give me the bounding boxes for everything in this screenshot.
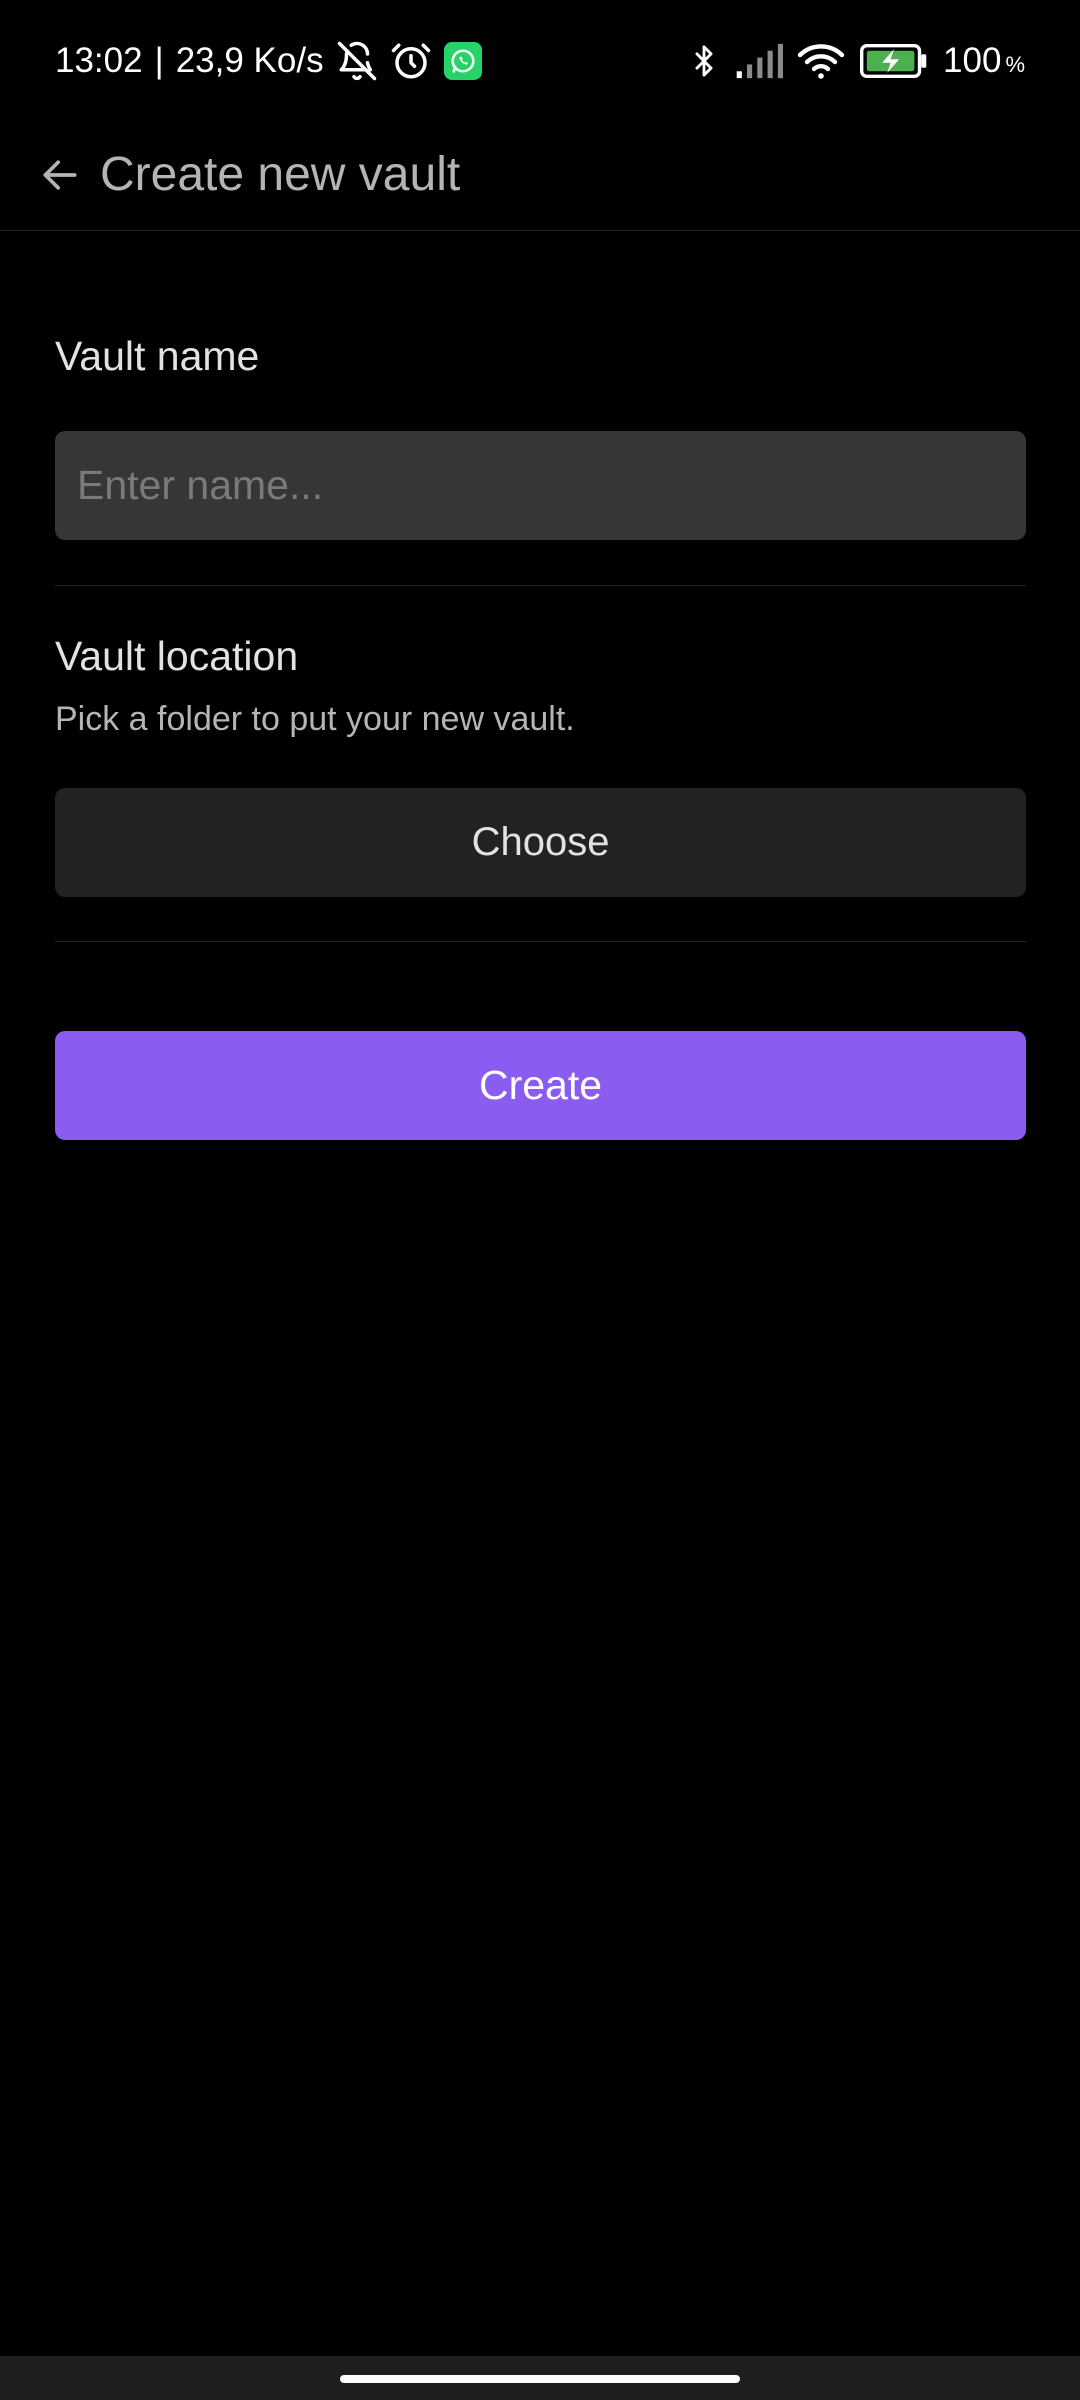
- bell-off-icon: [336, 40, 378, 82]
- status-left: 13:02 | 23,9 Ko/s: [55, 38, 482, 84]
- bluetooth-icon: [687, 40, 721, 82]
- battery-unit: %: [1005, 52, 1025, 77]
- vault-location-description: Pick a folder to put your new vault.: [55, 700, 575, 738]
- vault-name-label: Vault name: [55, 333, 260, 379]
- signal-icon: [735, 42, 784, 80]
- home-indicator[interactable]: [340, 2375, 740, 2383]
- vault-location-label: Vault location: [55, 633, 299, 679]
- status-right: 100 %: [687, 38, 1025, 84]
- status-separator: |: [154, 41, 164, 80]
- status-time: 13:02: [55, 41, 143, 80]
- page-title: Create new vault: [100, 148, 461, 201]
- battery-level: 100: [943, 41, 1002, 80]
- vault-name-input[interactable]: [55, 431, 1026, 540]
- create-vault-button[interactable]: Create: [55, 1031, 1026, 1140]
- divider: [55, 585, 1026, 586]
- whatsapp-icon: [443, 42, 482, 80]
- battery-charging-icon: [859, 44, 929, 78]
- alarm-icon: [390, 40, 432, 82]
- arrow-left-icon: [38, 153, 82, 197]
- navigation-bar: [0, 2356, 1080, 2400]
- divider: [55, 941, 1026, 942]
- status-bar: 13:02 | 23,9 Ko/s 100 %: [0, 0, 1080, 120]
- choose-folder-button[interactable]: Choose: [55, 788, 1026, 897]
- network-speed: 23,9 Ko/s: [175, 41, 324, 80]
- back-button[interactable]: [28, 143, 92, 207]
- app-bar: Create new vault: [0, 120, 1080, 231]
- wifi-icon: [797, 41, 845, 81]
